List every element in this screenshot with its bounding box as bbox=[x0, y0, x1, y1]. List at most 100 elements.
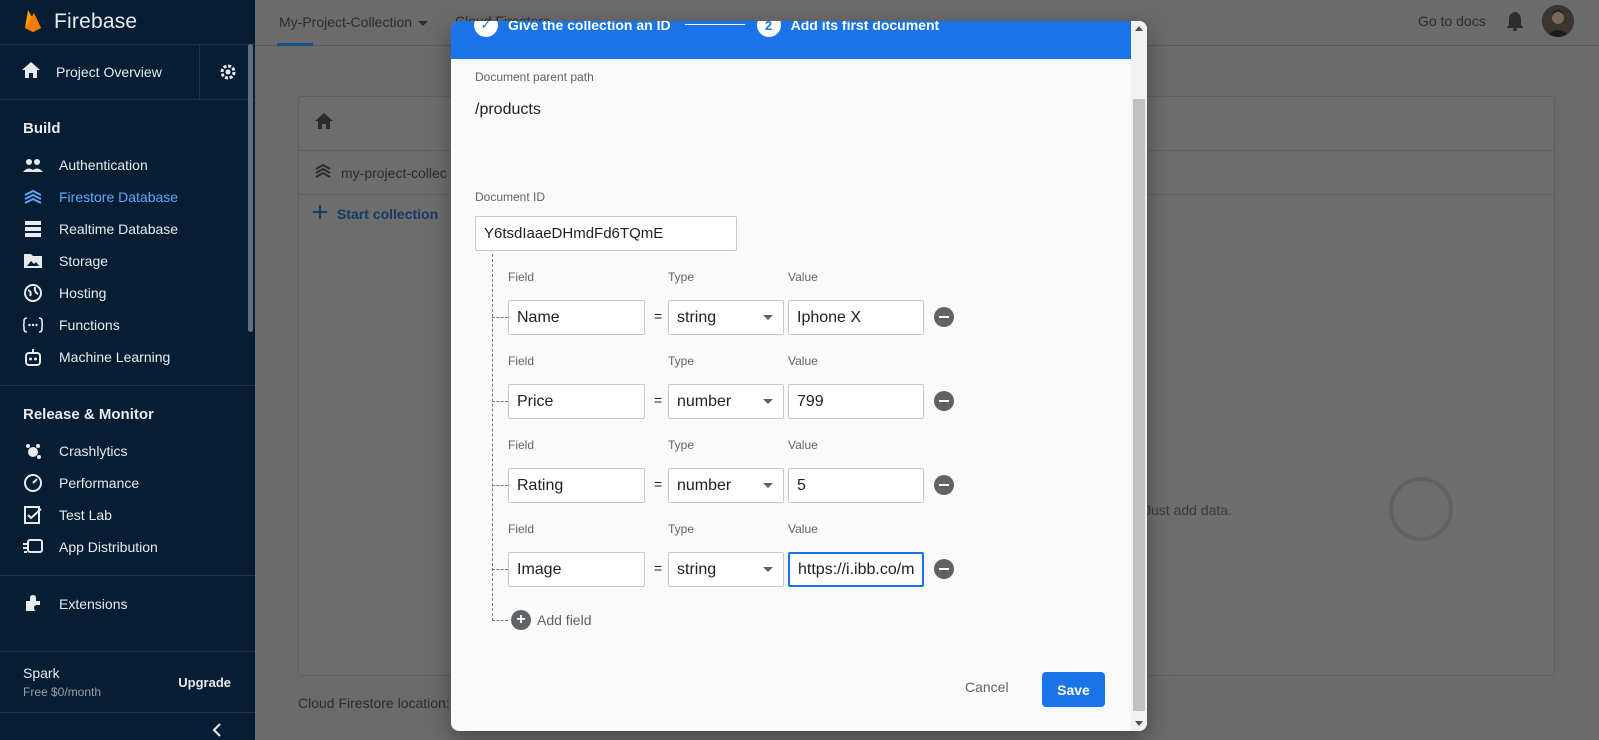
firestore-icon bbox=[23, 187, 43, 207]
gear-icon[interactable] bbox=[199, 44, 255, 100]
plan-name: Spark bbox=[23, 665, 60, 681]
sidebar-item-label: Functions bbox=[59, 317, 120, 333]
value-label: Value bbox=[788, 354, 818, 368]
firestore-location-label: Cloud Firestore location: bbox=[298, 695, 450, 711]
document-id-input[interactable]: Y6tsdIaaeDHmdFd6TQmE bbox=[475, 216, 737, 251]
remove-field-icon[interactable] bbox=[934, 391, 954, 411]
save-button[interactable]: Save bbox=[1042, 672, 1105, 707]
sidebar-item-label: Test Lab bbox=[59, 507, 112, 523]
chevron-down-icon bbox=[418, 14, 429, 30]
check-icon: ✓ bbox=[474, 21, 498, 37]
dropdown-arrow-icon bbox=[763, 483, 773, 488]
functions-icon bbox=[23, 315, 43, 335]
field-name-input[interactable]: Image bbox=[508, 552, 645, 587]
people-icon bbox=[23, 155, 43, 175]
sidebar-scrollbar[interactable] bbox=[248, 44, 253, 332]
type-select-value: string bbox=[677, 308, 717, 326]
type-label: Type bbox=[668, 438, 695, 452]
start-collection-button[interactable]: Start collection bbox=[313, 205, 438, 222]
sidebar-item-label: Hosting bbox=[59, 285, 107, 301]
type-select-value: number bbox=[677, 476, 732, 494]
sidebar-item-label: Crashlytics bbox=[59, 443, 128, 459]
sidebar-item-authentication[interactable]: Authentication bbox=[0, 149, 255, 181]
sidebar-item-firestore[interactable]: Firestore Database bbox=[0, 181, 255, 213]
bell-icon[interactable] bbox=[1507, 12, 1523, 36]
type-select[interactable]: string bbox=[668, 300, 784, 335]
collection-crumb[interactable]: my-project-collec bbox=[341, 165, 447, 181]
empty-state-illustration bbox=[1389, 477, 1453, 541]
brand[interactable]: Firebase bbox=[0, 0, 255, 44]
field-label: Field bbox=[508, 522, 535, 536]
sidebar-item-app-distribution[interactable]: App Distribution bbox=[0, 531, 255, 563]
distribution-icon bbox=[23, 537, 43, 557]
type-label: Type bbox=[668, 270, 695, 284]
scrollbar-thumb[interactable] bbox=[1133, 99, 1145, 711]
avatar[interactable] bbox=[1542, 5, 1574, 37]
sidebar-item-label: Extensions bbox=[59, 596, 128, 612]
sidebar-item-label: Storage bbox=[59, 253, 109, 269]
collapse-sidebar-icon[interactable] bbox=[212, 723, 222, 740]
parent-path-label: Document parent path bbox=[475, 70, 594, 84]
sidebar-item-machine-learning[interactable]: Machine Learning bbox=[0, 341, 255, 373]
sidebar-item-label: App Distribution bbox=[59, 539, 158, 555]
sidebar-item-hosting[interactable]: Hosting bbox=[0, 277, 255, 309]
go-to-docs-link[interactable]: Go to docs bbox=[1418, 13, 1486, 29]
start-collection-label: Start collection bbox=[337, 205, 439, 222]
type-select[interactable]: number bbox=[668, 468, 784, 503]
sidebar: Firebase Project Overview Build Authenti… bbox=[0, 0, 255, 740]
field-name-input[interactable]: Rating bbox=[508, 468, 645, 503]
parent-path-value: /products bbox=[475, 101, 541, 118]
sidebar-item-label: Machine Learning bbox=[59, 349, 171, 365]
scroll-up-arrow-icon[interactable] bbox=[1135, 26, 1143, 31]
build-section-title: Build bbox=[23, 120, 61, 137]
project-overview[interactable]: Project Overview bbox=[0, 44, 255, 100]
step-1: ✓ Give the collection an ID bbox=[474, 21, 671, 37]
sidebar-item-crashlytics[interactable]: Crashlytics bbox=[0, 435, 255, 467]
field-value-input[interactable]: https://i.ibb.co/m bbox=[788, 552, 924, 587]
sidebar-divider bbox=[0, 575, 255, 576]
add-field-button[interactable]: + Add field bbox=[511, 610, 591, 630]
sidebar-item-storage[interactable]: Storage bbox=[0, 245, 255, 277]
sidebar-item-performance[interactable]: Performance bbox=[0, 467, 255, 499]
release-section-title: Release & Monitor bbox=[23, 406, 154, 423]
home-icon bbox=[22, 61, 40, 83]
remove-field-icon[interactable] bbox=[934, 559, 954, 579]
step-1-label: Give the collection an ID bbox=[508, 21, 671, 33]
document-id-label: Document ID bbox=[475, 190, 546, 204]
dialog-scrollbar[interactable] bbox=[1131, 21, 1147, 731]
type-select[interactable]: number bbox=[668, 384, 784, 419]
field-name-input[interactable]: Price bbox=[508, 384, 645, 419]
upgrade-button[interactable]: Upgrade bbox=[178, 675, 231, 690]
home-icon[interactable] bbox=[315, 113, 333, 134]
field-value-input[interactable]: 5 bbox=[788, 468, 924, 503]
scroll-down-arrow-icon[interactable] bbox=[1135, 721, 1143, 726]
type-label: Type bbox=[668, 522, 695, 536]
sidebar-item-realtime-database[interactable]: Realtime Database bbox=[0, 213, 255, 245]
extensions-icon bbox=[23, 594, 43, 614]
field-tree-line bbox=[492, 254, 493, 621]
sidebar-item-test-lab[interactable]: Test Lab bbox=[0, 499, 255, 531]
sidebar-item-label: Realtime Database bbox=[59, 221, 179, 237]
sidebar-item-label: Firestore Database bbox=[59, 189, 179, 205]
firebase-logo-icon bbox=[24, 8, 42, 37]
sidebar-item-extensions[interactable]: Extensions bbox=[0, 588, 255, 620]
dialog-stepper: ✓ Give the collection an ID 2 Add its fi… bbox=[451, 21, 1131, 59]
equals-sign: = bbox=[654, 308, 663, 324]
project-selector[interactable]: My-Project-Collection bbox=[279, 14, 429, 30]
field-tree-branch bbox=[492, 569, 508, 570]
field-name-input[interactable]: Name bbox=[508, 300, 645, 335]
type-select[interactable]: string bbox=[668, 552, 784, 587]
globe-icon bbox=[23, 283, 43, 303]
remove-field-icon[interactable] bbox=[934, 475, 954, 495]
field-tree-branch bbox=[492, 485, 508, 486]
field-tree-branch bbox=[492, 620, 508, 621]
field-label: Field bbox=[508, 270, 535, 284]
folder-image-icon bbox=[23, 251, 43, 271]
type-select-value: number bbox=[677, 392, 732, 410]
cancel-button[interactable]: Cancel bbox=[965, 679, 1009, 695]
field-value-input[interactable]: 799 bbox=[788, 384, 924, 419]
sidebar-item-functions[interactable]: Functions bbox=[0, 309, 255, 341]
field-value-input[interactable]: Iphone X bbox=[788, 300, 924, 335]
plan-panel: Spark Free $0/month Upgrade bbox=[0, 651, 255, 713]
remove-field-icon[interactable] bbox=[934, 307, 954, 327]
